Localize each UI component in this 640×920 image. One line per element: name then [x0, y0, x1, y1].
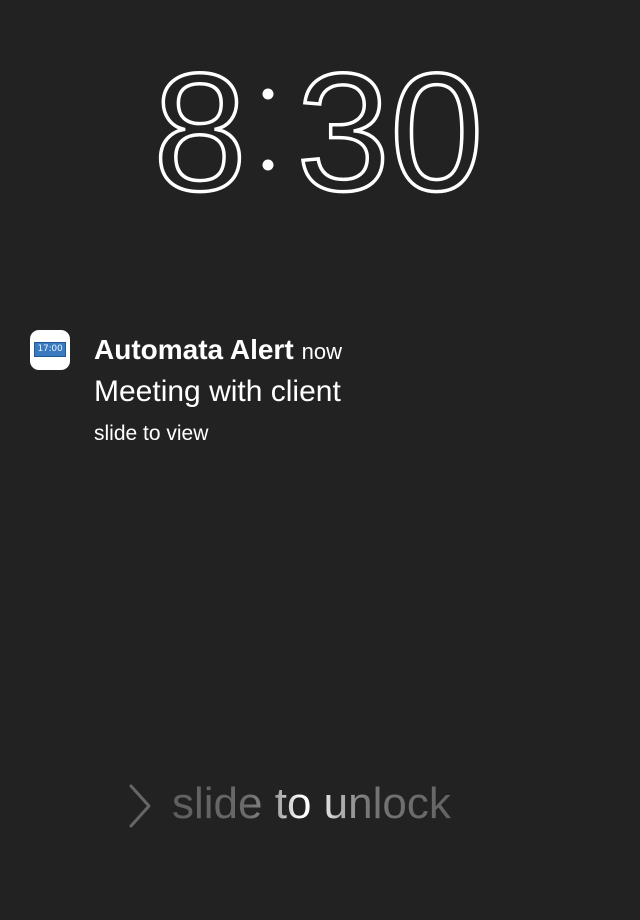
- slide-to-view-hint[interactable]: slide to view: [94, 420, 594, 448]
- clock-hour: 8: [153, 48, 246, 208]
- clock-minutes: 30: [297, 48, 484, 208]
- slide-to-unlock-label: slide to unlock: [172, 779, 451, 828]
- slide-to-unlock-slider[interactable]: slide to unlock: [126, 778, 506, 834]
- notification-app-name: Automata Alert: [94, 334, 294, 365]
- calendar-app-icon: 17:00: [30, 330, 70, 370]
- notification-time: now: [301, 339, 343, 364]
- clock-colon-bottom: [262, 159, 274, 171]
- lock-clock: 8 30: [0, 48, 640, 208]
- notification-header: Automata Alert now: [94, 334, 594, 370]
- notification-content: Automata Alert now Meeting with client sl…: [94, 334, 594, 448]
- app-icon-time: 17:00: [34, 342, 66, 357]
- notification-message: Meeting with client: [94, 375, 341, 408]
- chevron-right-icon: [126, 782, 154, 835]
- clock-colon-top: [262, 88, 274, 100]
